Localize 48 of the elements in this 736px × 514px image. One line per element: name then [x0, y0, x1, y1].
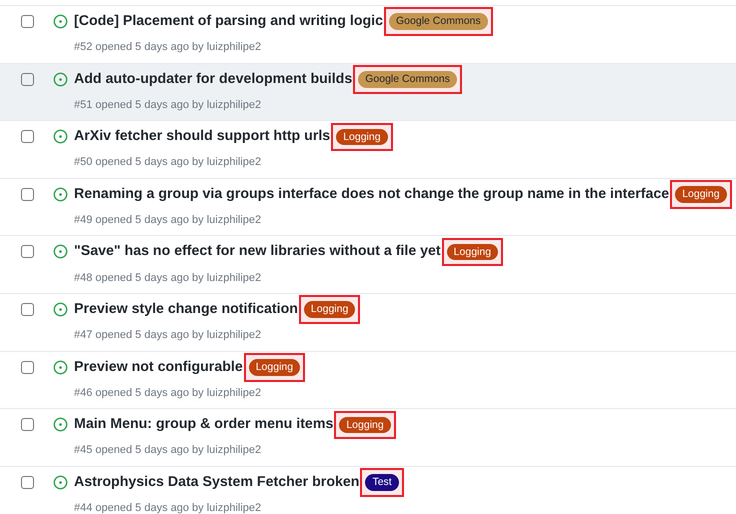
label-tag[interactable]: Google Commons	[389, 13, 488, 30]
open-issue-icon	[53, 72, 68, 87]
open-issue-icon	[53, 474, 68, 490]
open-issue-icon	[53, 417, 68, 432]
issue-meta: #52 opened 5 days ago by luizphilipe2	[74, 40, 262, 56]
issue-title[interactable]: Preview style change notification	[74, 298, 298, 320]
checkbox[interactable]	[21, 418, 34, 432]
checkbox[interactable]	[21, 188, 34, 201]
label-tag[interactable]: Test	[365, 474, 399, 491]
label-tag[interactable]: Logging	[675, 186, 727, 203]
label-tag[interactable]: Logging	[446, 244, 498, 260]
issue-title[interactable]: Main Menu: group & order menu items	[74, 414, 334, 436]
issue-meta: #47 opened 5 days ago by luizphilipe2	[74, 328, 262, 344]
label-tag[interactable]: Logging	[339, 416, 391, 434]
issue-row[interactable]: Renaming a group via groups interface does not change the group name in the interface Logging #49 opened 5 days ago by luizphilipe2	[0, 178, 736, 236]
open-issue-icon	[53, 186, 68, 202]
open-issue-icon	[53, 14, 68, 29]
open-issue-icon	[53, 360, 68, 375]
issue-title[interactable]: [Code] Placement of parsing and writing logic	[74, 11, 384, 32]
issue-meta: #48 opened 5 days ago by luizphilipe2	[74, 270, 262, 286]
checkbox[interactable]	[21, 72, 34, 86]
issue-meta: #44 opened 5 days ago by luizphilipe2	[74, 501, 262, 514]
checkbox[interactable]	[21, 302, 34, 316]
checkbox[interactable]	[21, 130, 34, 144]
issue-title[interactable]: Add auto-updater for development builds	[74, 68, 352, 90]
label-tag[interactable]: Logging	[248, 358, 300, 376]
issue-meta: #46 opened 5 days ago by luizphilipe2	[74, 386, 262, 401]
checkbox[interactable]	[21, 476, 34, 489]
issue-title[interactable]: Renaming a group via groups interface does not change the group name in the interface	[74, 184, 670, 206]
issue-meta: #45 opened 5 days ago by luizphilipe2	[74, 443, 262, 458]
label-tag[interactable]: Logging	[304, 301, 356, 318]
issue-title[interactable]: Preview not configurable	[74, 356, 243, 378]
label-tag[interactable]: Google Commons	[358, 70, 457, 88]
label-tag[interactable]: Logging	[336, 128, 388, 146]
issue-row[interactable]: Add auto-updater for development builds Google Commons #51 opened 5 days ago by luizphilipe2	[0, 62, 736, 120]
issue-title[interactable]: ArXiv fetcher should support http urls	[74, 126, 330, 148]
checkbox[interactable]	[21, 15, 34, 28]
open-issue-icon	[53, 302, 68, 317]
open-issue-icon	[53, 129, 68, 144]
issue-row[interactable]: Astrophysics Data System Fetcher broken Test #44 opened 5 days ago by luizphilipe2	[0, 466, 736, 514]
checkbox[interactable]	[21, 245, 34, 258]
issue-meta: #49 opened 5 days ago by luizphilipe2	[74, 213, 262, 228]
issue-title[interactable]: "Save" has no effect for new libraries without a file yet	[74, 241, 441, 263]
issue-title[interactable]: Astrophysics Data System Fetcher broken	[74, 472, 360, 494]
open-issue-icon	[53, 244, 68, 260]
checkbox[interactable]	[21, 360, 34, 374]
issue-meta: #51 opened 5 days ago by luizphilipe2	[74, 98, 262, 113]
issue-meta: #50 opened 5 days ago by luizphilipe2	[74, 155, 262, 170]
